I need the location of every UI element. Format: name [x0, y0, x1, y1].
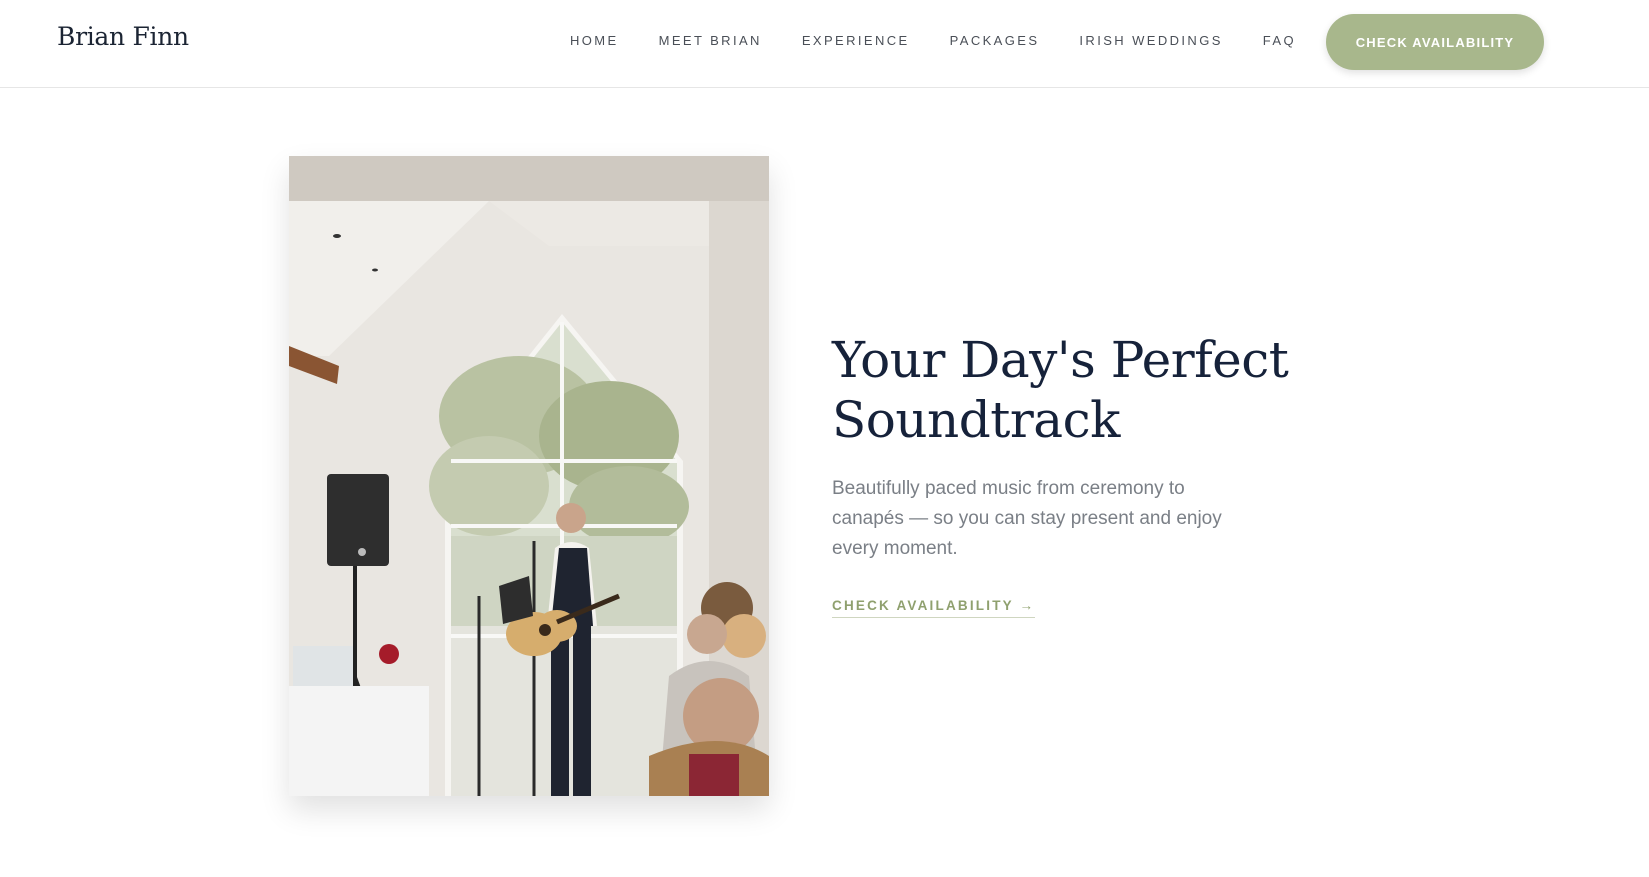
nav-meet-brian[interactable]: MEET BRIAN	[659, 33, 762, 48]
brand-logo[interactable]: Brian Finn	[57, 22, 189, 51]
hero-subtitle: Beautifully paced music from ceremony to…	[832, 478, 1222, 559]
main-nav: HOME MEET BRIAN EXPERIENCE PACKAGES IRIS…	[570, 33, 1336, 48]
wedding-guitarist-photo	[289, 156, 769, 796]
nav-irish-weddings[interactable]: IRISH WEDDINGS	[1079, 33, 1222, 48]
hero-title: Your Day's Perfect Soundtrack	[832, 330, 1292, 450]
nav-packages[interactable]: PACKAGES	[950, 33, 1040, 48]
nav-faq[interactable]: FAQ	[1263, 33, 1296, 48]
site-header: Brian Finn HOME MEET BRIAN EXPERIENCE PA…	[0, 0, 1649, 88]
hero-photo	[289, 156, 769, 796]
nav-experience[interactable]: EXPERIENCE	[802, 33, 910, 48]
hero-title-line1: Your Day's Perfect	[832, 331, 1289, 389]
hero-check-availability-link[interactable]: CHECK AVAILABILITY →	[832, 598, 1036, 618]
nav-home[interactable]: HOME	[570, 33, 619, 48]
check-availability-button[interactable]: CHECK AVAILABILITY	[1326, 14, 1544, 70]
hero-title-line2: Soundtrack	[832, 391, 1120, 449]
